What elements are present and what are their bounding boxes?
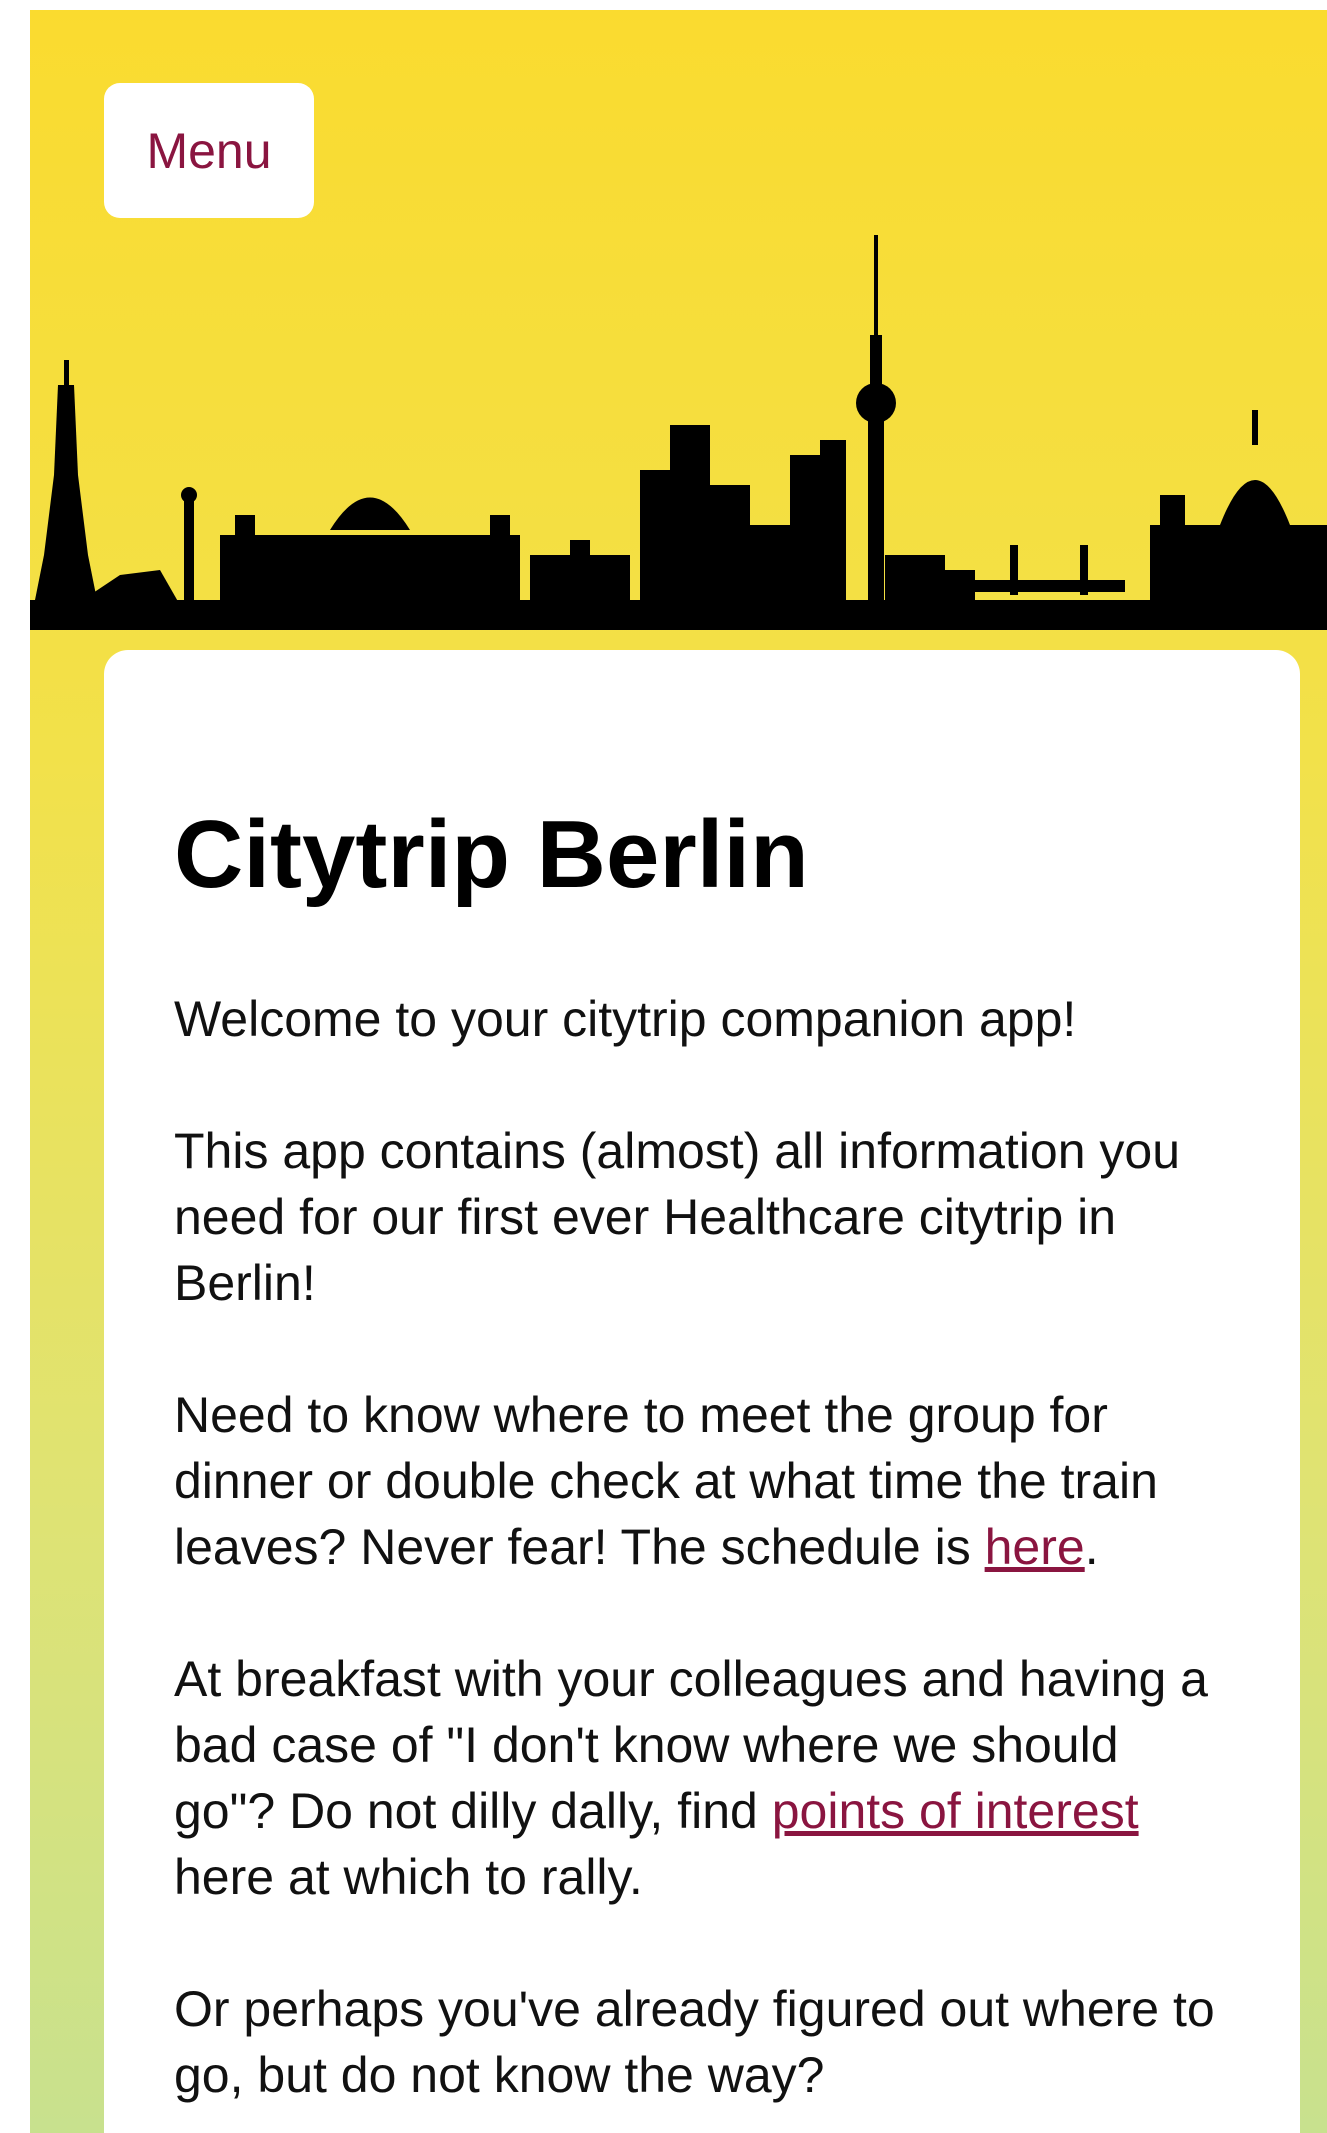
schedule-end: . xyxy=(1084,1519,1099,1575)
welcome-text: Welcome to your citytrip companion app! xyxy=(174,991,1077,1047)
schedule-link[interactable]: here xyxy=(985,1519,1085,1575)
points-of-interest-link[interactable]: points of interest xyxy=(772,1783,1139,1839)
menu-button[interactable]: Menu xyxy=(104,83,314,218)
berlin-skyline-image xyxy=(30,235,1327,630)
directions-paragraph: Or perhaps you've already figured out wh… xyxy=(174,1981,1215,2103)
intro-text: This app contains (almost) all informati… xyxy=(174,1123,1181,1311)
content-card: Citytrip Berlin Welcome to your citytrip… xyxy=(104,650,1300,2133)
poi-end: here at which to rally. xyxy=(174,1849,643,1905)
poi-paragraph: At breakfast with your colleagues and ha… xyxy=(174,1646,1230,1910)
app-viewport: Menu Citytrip Berlin Welcome to your cit… xyxy=(30,10,1327,2133)
schedule-paragraph: Need to know where to meet the group for… xyxy=(174,1382,1230,1580)
page-title: Citytrip Berlin xyxy=(174,801,809,908)
